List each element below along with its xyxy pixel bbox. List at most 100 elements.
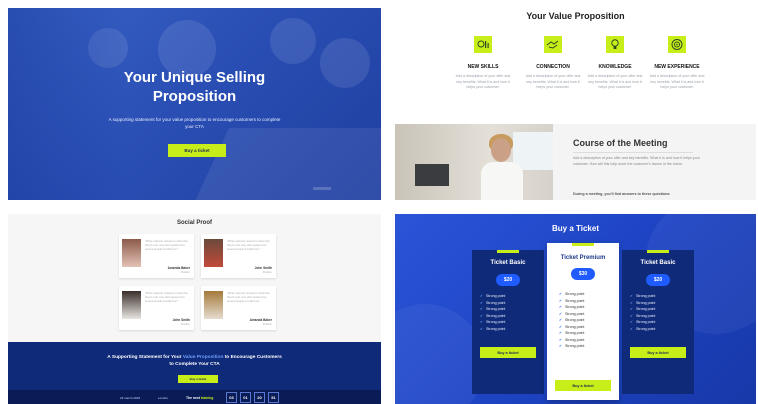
avatar <box>204 291 223 319</box>
testimonial-role: Position <box>180 271 190 274</box>
plan-name: Ticket Premium <box>560 255 606 261</box>
target-icon <box>668 36 686 53</box>
pricing-card-premium: Ticket Premium $30 ✔ Strong point ✔ Strong… <box>547 243 619 400</box>
hero-photo-table <box>187 128 381 200</box>
testimonial-role: Position <box>262 323 272 326</box>
feature-text: Strong point <box>486 326 506 331</box>
testimonial-role: Position <box>262 271 272 274</box>
feature-item: ✔ Strong point <box>480 326 505 333</box>
countdown-hours: 01 <box>240 392 251 403</box>
value-item-desc: Add a description of your offer and key … <box>587 74 643 90</box>
check-icon: ✔ <box>559 337 563 342</box>
testimonial-card: "Write customer reviews to show that the… <box>119 286 194 330</box>
pricing-section: Buy a Ticket Ticket Basic $20 ✔ Strong po… <box>395 214 756 404</box>
check-icon: ✔ <box>630 320 634 324</box>
feature-text: Strong point <box>636 313 656 318</box>
photo-screen <box>415 164 449 186</box>
check-icon: ✔ <box>559 344 563 348</box>
countdown-minutes: 20 <box>254 392 265 403</box>
social-title: Social Proof <box>176 220 212 226</box>
feature-item: ✔ Strong point <box>480 293 505 300</box>
testimonial-quote: "Write customer reviews to show that the… <box>145 240 188 251</box>
value-title: Your Value Proposition <box>526 11 625 21</box>
avatar <box>204 239 223 267</box>
feature-text: Strong point <box>565 344 585 348</box>
cta-statement-post: to Encourage Customers <box>223 355 282 360</box>
check-icon: ✔ <box>630 307 634 311</box>
value-item-new-experience: NEW EXPERIENCE Add a description of your… <box>647 36 707 91</box>
value-item-title: CONNECTION <box>536 64 570 70</box>
buy-ticket-button[interactable]: Buy a ticket <box>480 347 536 358</box>
countdown-seconds: 51 <box>268 392 279 403</box>
feature-text: Strong point <box>565 298 585 303</box>
countdown-days: 03 <box>226 392 237 403</box>
value-item-knowledge: KNOWLEDGE Add a description of your offe… <box>585 36 645 91</box>
cta-buy-ticket-button[interactable]: Buy a ticket <box>178 375 218 383</box>
check-icon: ✔ <box>630 326 634 331</box>
hero-title: Your Unique Selling Proposition <box>8 68 381 106</box>
value-item-desc: Add a description of your offer and key … <box>455 74 511 90</box>
photo-person-body <box>481 162 523 200</box>
avatar <box>122 239 141 267</box>
value-proposition-section: Your Value Proposition NEW SKILLS Add a … <box>395 8 756 120</box>
hero-slider-indicator[interactable] <box>313 187 331 190</box>
buy-ticket-button[interactable]: Buy a ticket <box>630 347 686 358</box>
check-icon: ✔ <box>559 331 563 335</box>
plan-name: Ticket Basic <box>490 260 526 266</box>
hero-subtitle: A supporting statement for your value pr… <box>108 117 281 129</box>
plan-features: ✔ Strong point ✔ Strong point ✔ Strong poin… <box>630 293 655 332</box>
feature-text: Strong point <box>565 324 585 329</box>
hero-section: Your Unique Selling Proposition A suppor… <box>8 8 381 200</box>
cta-statement-highlight: Value Proposition <box>182 355 224 360</box>
feature-item: ✔ Strong point <box>559 291 584 298</box>
course-title: Course of the Meeting <box>573 138 668 148</box>
social-proof-section: Social Proof "Write customer reviews to … <box>8 214 381 342</box>
course-questions-intro: During a meeting, you'll find answers to… <box>573 192 671 196</box>
value-item-desc: Add a description of your offer and key … <box>525 74 581 90</box>
feature-text: Strong point <box>486 313 506 318</box>
event-location: London <box>158 396 169 400</box>
event-date: 23 march 2018 <box>120 396 141 400</box>
feature-text: Strong point <box>565 311 585 316</box>
value-item-title: NEW SKILLS <box>467 64 499 70</box>
testimonial-quote: "Write customer reviews to show that the… <box>227 292 270 303</box>
testimonial-name: Amanda Baker <box>167 266 190 270</box>
testimonial-name: Amanda Baker <box>249 318 272 322</box>
check-icon: ✔ <box>559 324 563 329</box>
feature-text: Strong point <box>565 337 585 342</box>
photo-person-head <box>491 138 511 162</box>
value-item-desc: Add a description of your offer and key … <box>649 74 705 90</box>
check-icon: ✔ <box>630 294 634 298</box>
value-item-connection: CONNECTION Add a description of your off… <box>523 36 583 91</box>
feature-item: ✔ Strong point <box>559 317 584 324</box>
feature-text: Strong point <box>636 326 656 331</box>
value-item-title: KNOWLEDGE <box>598 64 632 70</box>
buy-ticket-button[interactable]: Buy a ticket <box>555 380 611 391</box>
testimonial-card: "Write customer reviews to show that the… <box>201 234 276 278</box>
hero-title-line1: Your Unique Selling <box>123 69 266 86</box>
cta-statement-pre: A Supporting Statement for Your <box>107 355 183 360</box>
testimonial-card: "Write customer reviews to show that the… <box>201 286 276 330</box>
feature-text: Strong point <box>636 300 656 305</box>
handshake-icon <box>544 36 562 53</box>
feature-item: ✔ Strong point <box>480 319 505 326</box>
feature-item: ✔ Strong point <box>630 306 655 313</box>
feature-text: Strong point <box>636 320 656 324</box>
card-accent-tab <box>572 243 594 246</box>
feature-text: Strong point <box>486 300 506 305</box>
testimonial-name: John Smith <box>172 318 190 322</box>
feature-text: Strong point <box>486 320 506 324</box>
feature-item: ✔ Strong point <box>559 343 584 350</box>
plan-features: ✔ Strong point ✔ Strong point ✔ Strong poin… <box>559 291 584 350</box>
testimonial-role: Position <box>180 323 190 326</box>
pricing-card-basic: Ticket Basic $20 ✔ Strong point ✔ Strong p… <box>472 250 544 394</box>
hero-buy-ticket-button[interactable]: Buy a ticket <box>168 144 226 157</box>
course-section: Course of the Meeting Add a description … <box>395 124 756 200</box>
card-accent-tab <box>647 250 669 253</box>
check-icon: ✔ <box>480 294 484 298</box>
plan-features: ✔ Strong point ✔ Strong point ✔ Strong poin… <box>480 293 505 332</box>
lightbulb-icon <box>606 36 624 53</box>
cta-countdown-section: A Supporting Statement for Your Value Pr… <box>8 342 381 404</box>
hero-photo-person <box>270 18 316 64</box>
template-collage: Your Unique Selling Proposition A suppor… <box>0 0 758 404</box>
